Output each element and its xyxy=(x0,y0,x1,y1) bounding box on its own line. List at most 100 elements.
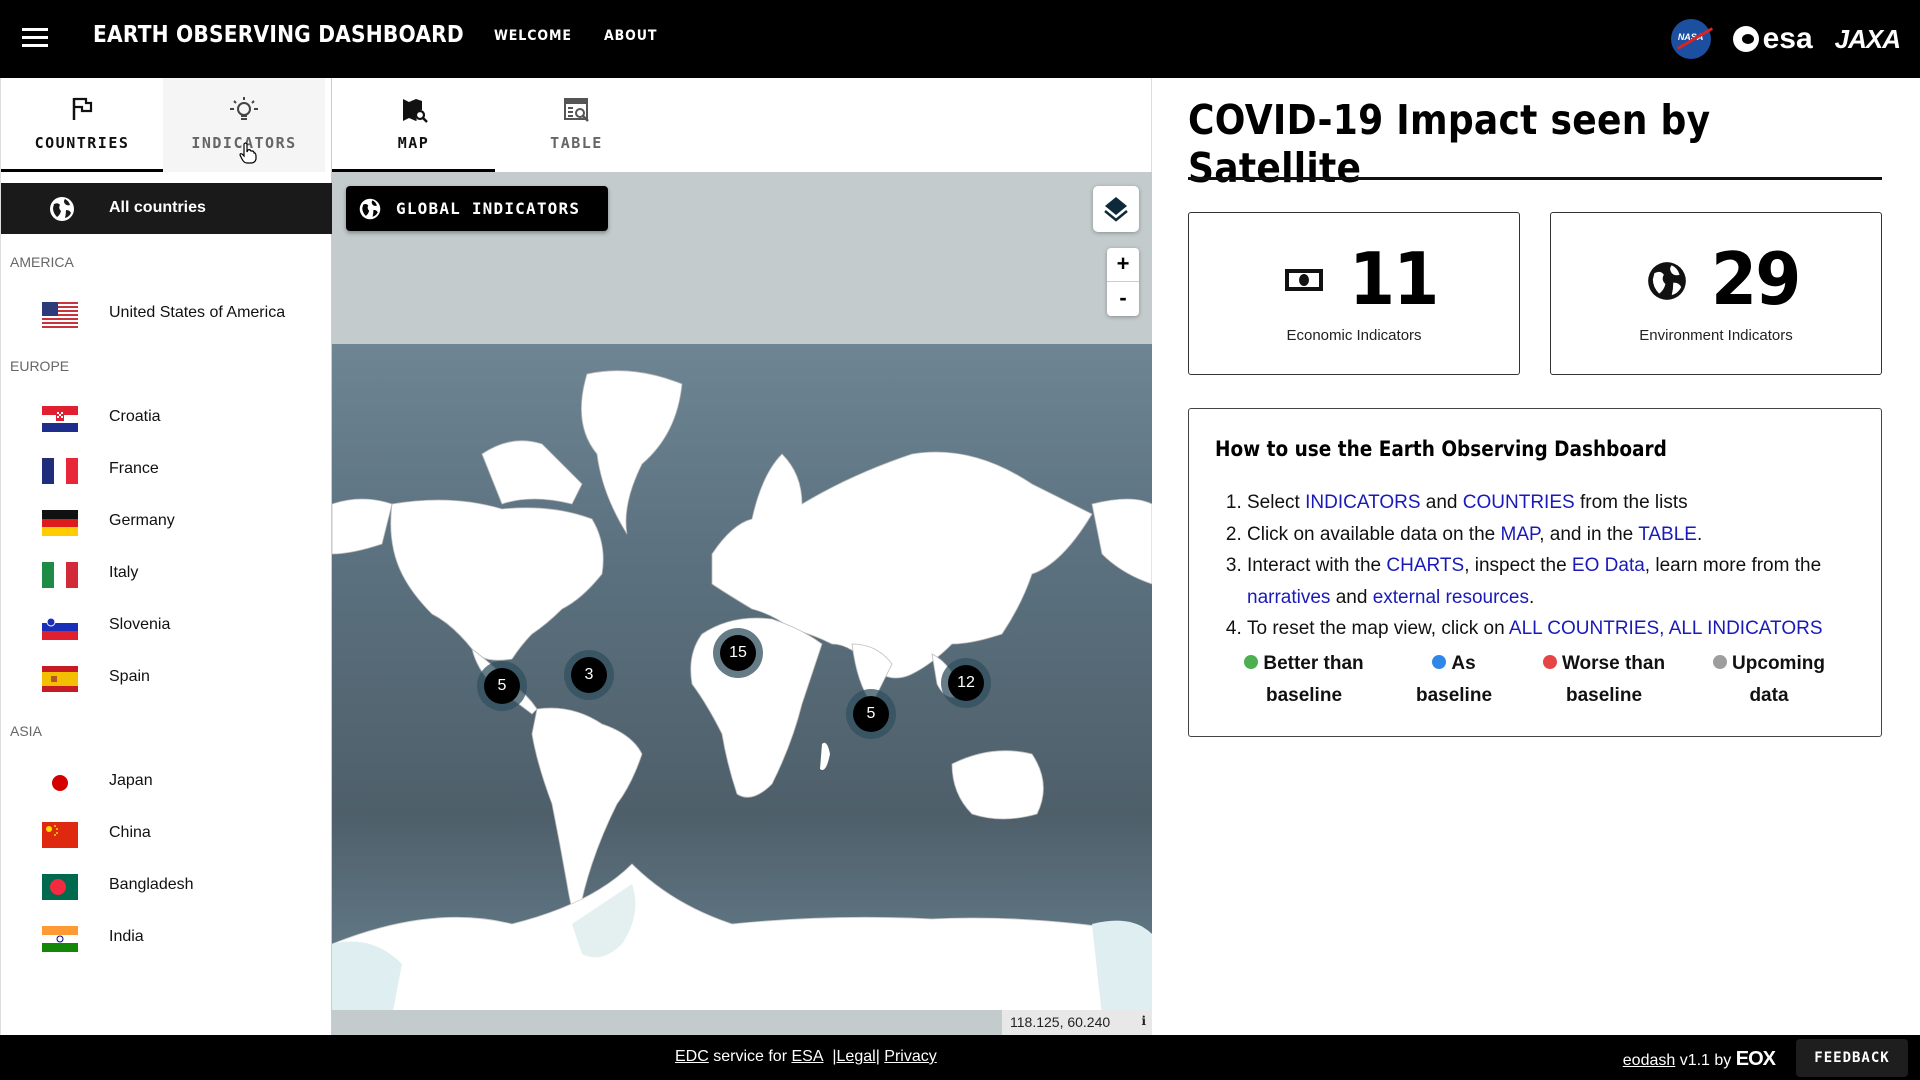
how-to-link[interactable]: narratives xyxy=(1247,587,1330,608)
group-label-europe: EUROPE xyxy=(10,358,70,374)
map-cluster-marker[interactable]: 3 xyxy=(564,650,614,700)
how-to-step: Interact with the CHARTS, inspect the EO… xyxy=(1247,550,1877,613)
edc-link[interactable]: EDC xyxy=(675,1048,709,1065)
feedback-button[interactable]: FEEDBACK xyxy=(1796,1039,1908,1077)
legend-dot-green xyxy=(1244,655,1259,669)
croatia-flag-icon xyxy=(42,406,78,432)
economic-indicators-card[interactable]: 11 Economic Indicators xyxy=(1188,212,1520,375)
group-label-america: AMERICA xyxy=(10,254,74,270)
economic-indicators-label: Economic Indicators xyxy=(1286,327,1422,344)
country-item-spain[interactable]: Spain xyxy=(1,655,331,701)
all-countries-item[interactable]: All countries xyxy=(1,183,333,234)
globe-icon xyxy=(1648,262,1686,300)
spain-flag-icon xyxy=(42,666,78,692)
country-item-china[interactable]: China xyxy=(1,811,331,857)
zoom-in-button[interactable]: + xyxy=(1107,248,1139,282)
global-indicators-button[interactable]: GLOBAL INDICATORS xyxy=(346,186,608,231)
country-item-france[interactable]: France xyxy=(1,447,331,493)
attribution-info-button[interactable]: i xyxy=(1141,1014,1146,1028)
eodash-link[interactable]: eodash xyxy=(1623,1052,1676,1069)
country-item-japan[interactable]: Japan xyxy=(1,759,331,805)
menu-icon[interactable] xyxy=(22,28,48,48)
legend-dot-red xyxy=(1542,655,1557,669)
nasa-logo: NASA xyxy=(1670,19,1711,59)
footer-version: eodash v1.1 by EOX xyxy=(1622,1048,1776,1070)
how-to-link[interactable]: CHARTS xyxy=(1386,555,1464,576)
esa-link[interactable]: ESA xyxy=(791,1048,823,1065)
app-title[interactable]: EARTH OBSERVING DASHBOARD xyxy=(93,22,464,48)
environment-indicators-label: Environment Indicators xyxy=(1639,327,1793,344)
how-to-link[interactable]: EO Data xyxy=(1572,555,1645,576)
how-to-heading: How to use the Earth Observing Dashboard xyxy=(1215,437,1667,461)
country-item-germany[interactable]: Germany xyxy=(1,499,331,545)
tab-indicators[interactable]: INDICATORS xyxy=(163,78,325,172)
country-item-india[interactable]: India xyxy=(1,915,331,961)
country-item-usa[interactable]: United States of America xyxy=(1,291,331,337)
lightbulb-icon xyxy=(163,96,325,124)
info-panel: COVID-19 Impact seen by Satellite 11 Eco… xyxy=(1152,78,1920,1035)
tab-map[interactable]: MAP xyxy=(332,78,495,172)
how-to-step: To reset the map view, click on ALL COUN… xyxy=(1247,613,1877,645)
slovenia-flag-icon xyxy=(42,614,78,640)
jaxa-logo: JAXA xyxy=(1834,23,1901,54)
app-header: EARTH OBSERVING DASHBOARD WELCOME ABOUT … xyxy=(0,0,1920,78)
how-to-link[interactable]: ALL COUNTRIES, ALL INDICATORS xyxy=(1509,618,1823,639)
map-search-icon xyxy=(332,96,495,124)
how-to-link[interactable]: MAP xyxy=(1501,524,1540,545)
usa-flag-icon xyxy=(42,302,78,328)
germany-flag-icon xyxy=(42,510,78,536)
japan-flag-icon xyxy=(42,770,78,796)
status-legend: Better than baseline As baseline Worse t… xyxy=(1229,648,1859,718)
how-to-step: Select INDICATORS and COUNTRIES from the… xyxy=(1247,487,1877,519)
left-tabs: COUNTRIES INDICATORS xyxy=(1,78,325,172)
china-flag-icon xyxy=(42,822,78,848)
how-to-steps: Select INDICATORS and COUNTRIES from the… xyxy=(1247,487,1877,645)
map-cluster-marker[interactable]: 5 xyxy=(846,689,896,739)
how-to-card: How to use the Earth Observing Dashboard… xyxy=(1188,408,1882,737)
how-to-link[interactable]: INDICATORS xyxy=(1305,492,1420,513)
bangladesh-flag-icon xyxy=(42,874,78,900)
title-divider xyxy=(1188,177,1882,180)
nav-welcome[interactable]: WELCOME xyxy=(494,28,572,44)
table-search-icon xyxy=(495,96,658,124)
country-item-italy[interactable]: Italy xyxy=(1,551,331,597)
map-canvas[interactable]: GLOBAL INDICATORS + - 5 3 15 5 12 118.12… xyxy=(332,172,1152,1035)
map-cluster-marker[interactable]: 12 xyxy=(941,658,991,708)
mouse-coordinates: 118.125, 60.240 i xyxy=(1002,1010,1152,1035)
how-to-link[interactable]: COUNTRIES xyxy=(1463,492,1575,513)
map-cluster-marker[interactable]: 15 xyxy=(713,628,763,678)
eox-logo: EOX xyxy=(1735,1048,1776,1070)
country-item-bangladesh[interactable]: Bangladesh xyxy=(1,863,331,909)
app-footer: EDC service for ESA |Legal| Privacy eoda… xyxy=(0,1035,1920,1080)
legend-better: Better than baseline xyxy=(1229,648,1379,711)
environment-indicators-card[interactable]: 29 Environment Indicators xyxy=(1550,212,1882,375)
tab-countries[interactable]: COUNTRIES xyxy=(1,78,163,172)
legend-worse: Worse than baseline xyxy=(1529,648,1679,711)
footer-links: EDC service for ESA |Legal| Privacy xyxy=(675,1048,937,1065)
globe-icon xyxy=(50,197,74,221)
zoom-out-button[interactable]: - xyxy=(1107,282,1139,316)
how-to-link[interactable]: external resources xyxy=(1373,587,1529,608)
italy-flag-icon xyxy=(42,562,78,588)
legal-link[interactable]: Legal xyxy=(837,1048,876,1065)
esa-logo: esa xyxy=(1732,22,1813,56)
layers-button[interactable] xyxy=(1093,186,1139,232)
how-to-link[interactable]: TABLE xyxy=(1638,524,1697,545)
country-item-slovenia[interactable]: Slovenia xyxy=(1,603,331,649)
group-label-asia: ASIA xyxy=(10,723,42,739)
country-item-croatia[interactable]: Croatia xyxy=(1,395,331,441)
layers-icon xyxy=(1104,197,1128,222)
money-icon xyxy=(1285,269,1323,291)
countries-panel: COUNTRIES INDICATORS All countries AMERI… xyxy=(0,78,333,1035)
legend-dot-gray xyxy=(1713,655,1728,669)
nav-about[interactable]: ABOUT xyxy=(604,28,657,44)
privacy-link[interactable]: Privacy xyxy=(884,1048,936,1065)
economic-indicators-count: 11 xyxy=(1349,237,1439,321)
map-cluster-marker[interactable]: 5 xyxy=(477,661,527,711)
india-flag-icon xyxy=(42,926,78,952)
tab-table[interactable]: TABLE xyxy=(495,78,658,172)
zoom-control: + - xyxy=(1107,248,1139,316)
flag-icon xyxy=(1,96,163,124)
france-flag-icon xyxy=(42,458,78,484)
map-panel: MAP TABLE GLOBAL INDICATORS + - 5 3 15 5… xyxy=(332,78,1152,1035)
